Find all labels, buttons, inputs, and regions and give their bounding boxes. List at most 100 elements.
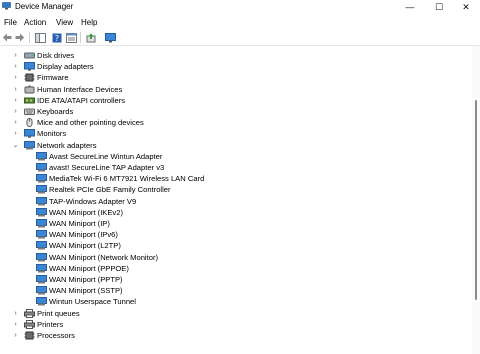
mouse-icon [26, 118, 33, 128]
tree-device-mediatek-wifi-6-mt7921[interactable]: MediaTek Wi-Fi 6 MT7921 Wireless LAN Car… [0, 173, 470, 184]
expand-chevron-icon[interactable]: › [12, 96, 19, 105]
tree-category-printers[interactable]: › Printers [0, 319, 470, 330]
svg-text:?: ? [55, 34, 59, 43]
collapse-chevron-icon[interactable]: ⌄ [12, 141, 19, 150]
tree-category-label: Printers [37, 319, 64, 329]
toolbar-separator [29, 32, 30, 43]
update-driver-button[interactable] [85, 32, 97, 43]
chip-icon [24, 331, 35, 340]
expand-chevron-icon[interactable]: › [12, 118, 19, 127]
tree-category-ide-ata-atapi-controllers[interactable]: › IDE ATA/ATAPI controllers [0, 95, 470, 106]
tree-device-wan-miniport-ipv6[interactable]: WAN Miniport (IPv6) [0, 229, 470, 240]
tree-category-processors[interactable]: › Processors [0, 330, 470, 341]
tree-category-label: Disk drives [37, 51, 75, 60]
tree-category-label: Human Interface Devices [37, 84, 123, 94]
properties-button[interactable] [65, 32, 77, 43]
expand-chevron-icon[interactable]: › [12, 129, 19, 138]
menu-action[interactable]: Action [24, 18, 46, 27]
network-adapter-icon [36, 196, 47, 206]
tree-device-wan-miniport-l2tp[interactable]: WAN Miniport (L2TP) [0, 240, 470, 251]
network-adapter-icon [36, 275, 47, 284]
expand-chevron-icon[interactable]: › [12, 85, 19, 94]
back-button[interactable] [1, 32, 13, 43]
tree-category-network-adapters[interactable]: ⌄ Network adapters [0, 140, 470, 151]
tree-category-print-queues[interactable]: › Print queues [0, 308, 470, 319]
expand-chevron-icon[interactable]: › [12, 320, 19, 329]
network-adapter-icon [36, 241, 47, 250]
display-icon [24, 62, 35, 71]
tree-category-label: Print queues [37, 308, 80, 318]
printer-icon [24, 319, 35, 329]
help-button[interactable]: ? [51, 32, 63, 43]
device-tree: › Disk drives › Display adapters › Firmw… [0, 46, 470, 354]
tree-device-wan-miniport-sstp[interactable]: WAN Miniport (SSTP) [0, 285, 470, 296]
tree-device-label: Wintun Userspace Tunnel [49, 297, 136, 307]
tree-device-wan-miniport-pptp[interactable]: WAN Miniport (PPTP) [0, 274, 470, 285]
toolbar: ? [0, 30, 480, 46]
tree-device-label: Avast SecureLine Wintun Adapter [49, 151, 163, 161]
menu-view[interactable]: View [56, 18, 73, 27]
tree-device-wan-miniport-ip[interactable]: WAN Miniport (IP) [0, 218, 470, 229]
menu-file[interactable]: File [4, 18, 17, 27]
tree-device-label: WAN Miniport (PPTP) [49, 275, 123, 284]
expand-chevron-icon[interactable]: › [12, 62, 19, 71]
tree-device-realtek-pcie-gbe[interactable]: Realtek PCIe GbE Family Controller [0, 184, 470, 195]
tree-device-avast-secureline-tap-adapter-v3[interactable]: avast! SecureLine TAP Adapter v3 [0, 162, 470, 173]
device-manager-icon [2, 2, 11, 10]
forward-arrow-icon [15, 33, 25, 42]
network-adapter-icon [36, 297, 47, 306]
tree-device-label: WAN Miniport (SSTP) [49, 286, 123, 296]
tree-category-display-adapters[interactable]: › Display adapters [0, 61, 470, 72]
help-icon: ? [52, 33, 62, 43]
tree-device-avast-secureline-wintun-adapter[interactable]: Avast SecureLine Wintun Adapter [0, 151, 470, 162]
tree-device-tap-windows-adapter-v9[interactable]: TAP-Windows Adapter V9 [0, 196, 470, 207]
toolbar-separator [80, 32, 81, 43]
network-adapter-icon [36, 163, 47, 172]
tree-category-label: IDE ATA/ATAPI controllers [37, 95, 126, 105]
tree-category-keyboards[interactable]: › Keyboards [0, 106, 470, 117]
tree-device-wan-miniport-network-monitor[interactable]: WAN Miniport (Network Monitor) [0, 252, 470, 263]
tree-device-label: WAN Miniport (Network Monitor) [49, 252, 159, 262]
hid-icon [24, 85, 35, 94]
scan-for-hardware-changes-button[interactable] [104, 32, 116, 43]
network-adapter-icon [36, 252, 47, 262]
title-bar: Device Manager — ☐ ✕ [0, 0, 480, 14]
tree-category-label: Processors [37, 331, 75, 340]
tree-category-firmware[interactable]: › Firmware [0, 72, 470, 83]
minimize-button[interactable]: — [396, 0, 424, 14]
tree-device-label: MediaTek Wi-Fi 6 MT7921 Wireless LAN Car… [49, 174, 205, 184]
maximize-button[interactable]: ☐ [425, 0, 453, 14]
close-button[interactable]: ✕ [452, 0, 480, 14]
scrollbar-thumb[interactable] [475, 100, 477, 300]
network-adapter-icon [36, 263, 47, 273]
tree-device-label: TAP-Windows Adapter V9 [49, 196, 137, 206]
tree-category-label: Network adapters [37, 140, 97, 150]
expand-chevron-icon[interactable]: › [12, 73, 19, 82]
tree-category-monitors[interactable]: › Monitors [0, 128, 470, 139]
chip-icon [24, 73, 35, 82]
tree-device-label: WAN Miniport (IPv6) [49, 230, 118, 240]
vertical-scrollbar[interactable] [472, 46, 480, 354]
network-adapter-icon [36, 185, 47, 194]
tree-category-label: Firmware [37, 73, 69, 83]
network-adapter-icon [36, 151, 47, 161]
expand-chevron-icon[interactable]: › [12, 309, 19, 318]
tree-category-disk-drives[interactable]: › Disk drives [0, 50, 470, 61]
menu-help[interactable]: Help [81, 18, 97, 27]
tree-device-wintun-userspace-tunnel[interactable]: Wintun Userspace Tunnel [0, 296, 470, 307]
tree-device-label: Realtek PCIe GbE Family Controller [49, 185, 171, 195]
expand-chevron-icon[interactable]: › [12, 331, 19, 340]
tree-category-mice-and-other-pointing-devices[interactable]: › Mice and other pointing devices [0, 117, 470, 128]
show-hide-console-tree-button[interactable] [34, 32, 46, 43]
tree-device-label: avast! SecureLine TAP Adapter v3 [49, 163, 165, 172]
window-title: Device Manager [15, 2, 74, 11]
console-tree-icon [34, 32, 46, 43]
tree-device-wan-miniport-ikev2[interactable]: WAN Miniport (IKEv2) [0, 207, 470, 218]
forward-button[interactable] [14, 32, 26, 43]
menu-bar: File Action View Help [0, 16, 480, 29]
expand-chevron-icon[interactable]: › [12, 51, 19, 60]
tree-category-human-interface-devices[interactable]: › Human Interface Devices [0, 84, 470, 95]
tree-device-wan-miniport-pppoe[interactable]: WAN Miniport (PPPOE) [0, 263, 470, 274]
network-adapter-icon [36, 207, 47, 217]
expand-chevron-icon[interactable]: › [12, 107, 19, 116]
